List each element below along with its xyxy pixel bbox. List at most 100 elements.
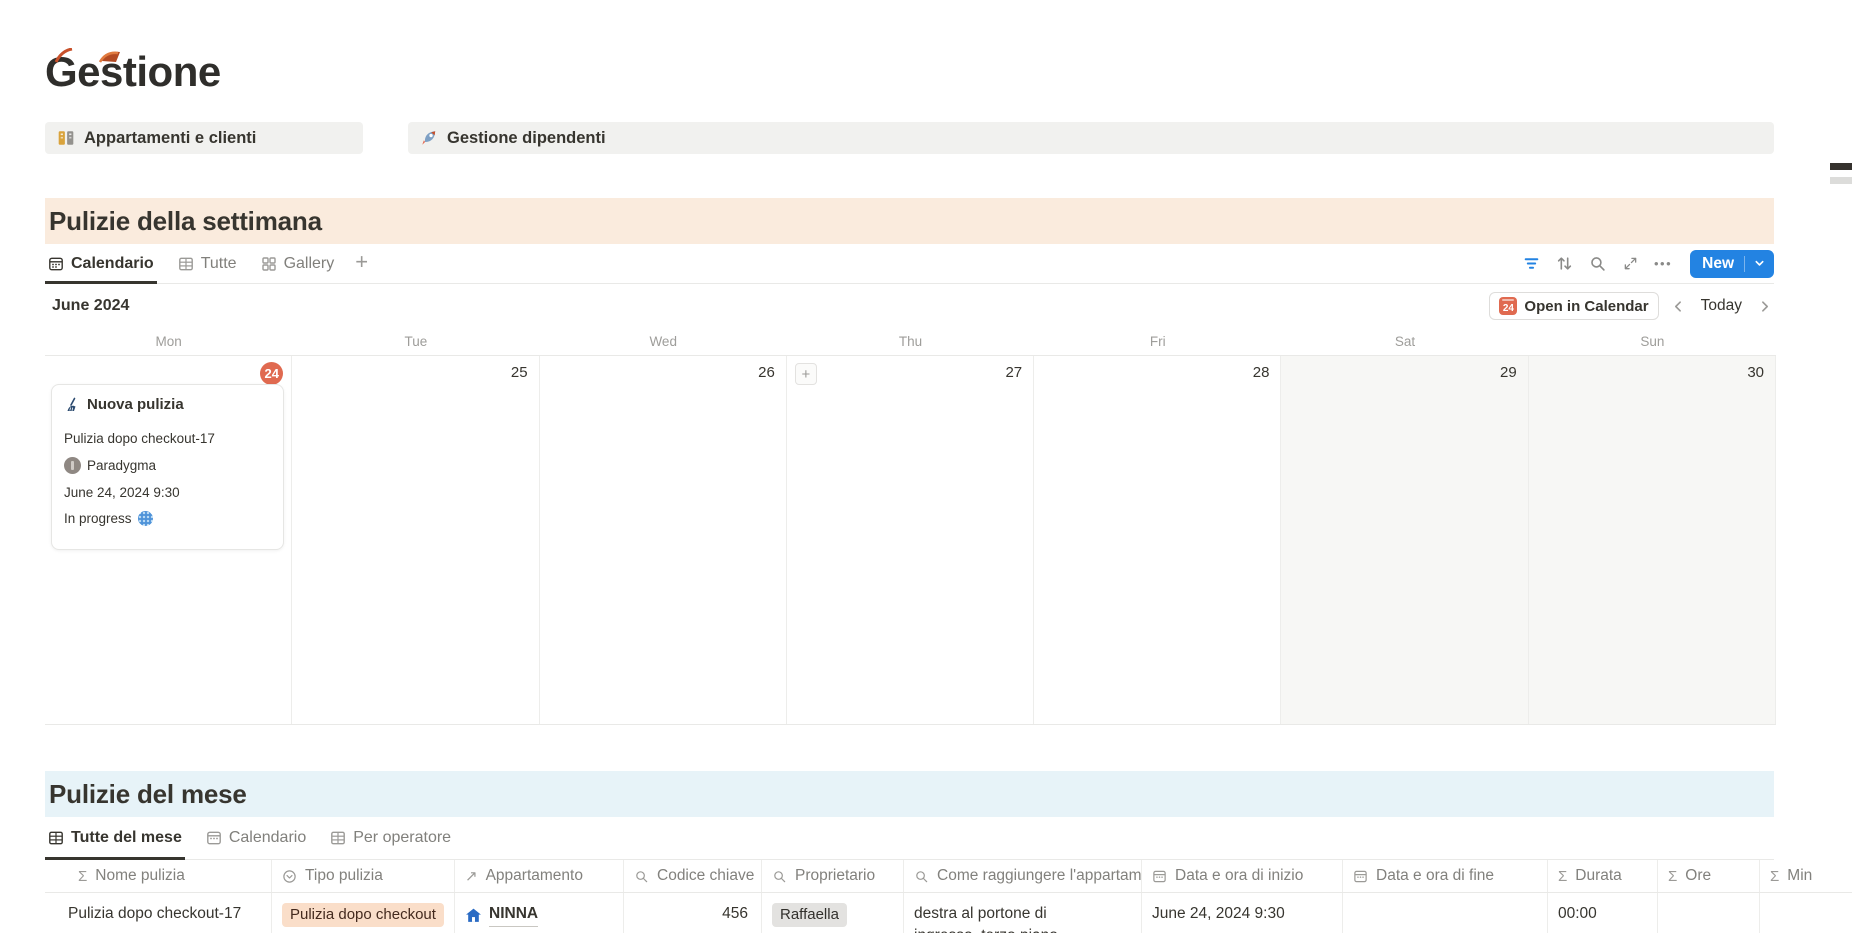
column-label: Come raggiungere l'appartame... <box>937 867 1142 884</box>
day-cell-sat-29[interactable]: 29 <box>1281 356 1529 724</box>
month-section-header: Pulizie del mese <box>45 771 1774 817</box>
add-view-button[interactable]: + <box>355 251 368 276</box>
formula-sigma-icon: Σ <box>1668 867 1678 885</box>
page-emoji-icon-cutoff[interactable] <box>50 48 122 63</box>
cell-tipo-pulizia[interactable]: Pulizia dopo checkout <box>272 893 455 933</box>
cell-data-fine[interactable] <box>1343 893 1548 933</box>
open-in-calendar-label: Open in Calendar <box>1524 297 1649 315</box>
cell-ore[interactable] <box>1658 893 1760 933</box>
day-name: Tue <box>404 334 428 349</box>
cell-min[interactable] <box>1760 893 1852 933</box>
cell-proprietario[interactable]: Raffaella <box>762 893 904 933</box>
column-label: Data e ora di inizio <box>1175 867 1304 884</box>
column-label: Data e ora di fine <box>1376 867 1495 884</box>
calendar-view-icon <box>48 256 64 272</box>
column-header-durata[interactable]: Σ Durata <box>1548 860 1658 892</box>
tab-label: Calendario <box>228 829 307 846</box>
today-date-badge: 24 <box>260 362 284 385</box>
cell-appartamento[interactable]: NINNA <box>455 893 624 933</box>
week-view-tabs: Calendario Tutte Gallery + ••• New <box>45 244 1774 284</box>
day-cell-wed-26[interactable]: 26 <box>540 356 787 724</box>
prev-week-chevron-icon[interactable] <box>1669 296 1689 316</box>
more-options-icon[interactable]: ••• <box>1654 256 1672 271</box>
cell-nome-pulizia[interactable]: Pulizia dopo checkout-17 <box>45 893 272 933</box>
select-property-icon <box>282 869 297 884</box>
link-label: Gestione dipendenti <box>447 128 606 147</box>
edge-artifact-light <box>1830 177 1852 184</box>
day-cell-sun-30[interactable]: 30 <box>1528 356 1776 724</box>
day-cell-mon-24[interactable]: 24 Nuova pulizia Pulizia dopo checkout-1… <box>45 356 293 724</box>
cell-data-inizio[interactable]: June 24, 2024 9:30 <box>1142 893 1343 933</box>
day-cell-fri-28[interactable]: 28 <box>1034 356 1282 724</box>
cell-come-raggiungere[interactable]: destra al portone di ingresso, terzo pia… <box>904 893 1142 933</box>
day-name: Fri <box>1149 334 1166 349</box>
tab-label: Tutte del mese <box>71 829 182 846</box>
formula-sigma-icon: Σ <box>78 867 88 885</box>
event-task: Pulizia dopo checkout-17 <box>64 431 215 446</box>
cell-durata[interactable]: 00:00 <box>1548 893 1658 933</box>
column-header-codice-chiave[interactable]: Codice chiave <box>624 860 762 892</box>
rollup-magnifier-icon <box>914 869 929 884</box>
search-icon[interactable] <box>1588 254 1608 274</box>
today-button[interactable]: Today <box>1699 297 1744 315</box>
column-header-tipo-pulizia[interactable]: Tipo pulizia <box>272 860 455 892</box>
day-name: Mon <box>155 334 182 349</box>
new-button[interactable]: New <box>1690 249 1774 278</box>
day-cell-thu-27[interactable]: + 27 <box>787 356 1035 724</box>
event-datetime: June 24, 2024 9:30 <box>64 485 180 500</box>
house-icon <box>465 907 482 924</box>
cell-codice-chiave[interactable]: 456 <box>624 893 762 933</box>
column-header-data-inizio[interactable]: Data e ora di inizio <box>1142 860 1343 892</box>
appartamento-name[interactable]: NINNA <box>489 903 539 927</box>
notion-page: Gestione Appartamenti e clienti Gestione… <box>0 48 1852 933</box>
expand-icon[interactable] <box>1621 254 1641 274</box>
column-header-nome-pulizia[interactable]: Σ Nome pulizia <box>45 860 272 892</box>
new-dropdown-chevron-icon[interactable] <box>1745 258 1774 269</box>
filter-icon[interactable] <box>1522 254 1542 274</box>
day-name: Wed <box>649 334 677 349</box>
assignee-avatar <box>64 457 81 474</box>
status-ball-icon <box>137 511 153 526</box>
rollup-magnifier-icon <box>634 869 649 884</box>
tab-gallery[interactable]: Gallery <box>258 244 338 283</box>
column-label: Durata <box>1575 867 1622 884</box>
appartamento-relation-link[interactable]: NINNA <box>465 903 539 927</box>
open-in-calendar-button[interactable]: 24 Open in Calendar <box>1489 292 1659 320</box>
notion-calendar-icon: 24 <box>1499 297 1518 315</box>
tipo-pulizia-tag[interactable]: Pulizia dopo checkout <box>282 903 444 927</box>
next-week-chevron-icon[interactable] <box>1754 296 1774 316</box>
new-button-label[interactable]: New <box>1690 255 1744 273</box>
column-label: Nome pulizia <box>95 867 185 884</box>
tab-per-operatore[interactable]: Per operatore <box>327 817 454 859</box>
add-event-button[interactable]: + <box>794 363 817 385</box>
event-card[interactable]: Nuova pulizia Pulizia dopo checkout-17 P… <box>51 384 285 550</box>
tab-tutte-del-mese[interactable]: Tutte del mese <box>45 817 185 860</box>
column-header-data-fine[interactable]: Data e ora di fine <box>1343 860 1548 892</box>
calendar-view-icon <box>206 830 222 846</box>
proprietario-tag[interactable]: Raffaella <box>772 903 847 927</box>
sort-icon[interactable] <box>1555 254 1575 274</box>
column-header-ore[interactable]: Σ Ore <box>1658 860 1760 892</box>
date-number: 30 <box>1747 364 1764 381</box>
column-header-come-raggiungere[interactable]: Come raggiungere l'appartame... <box>904 860 1142 892</box>
date-property-icon <box>1152 869 1167 884</box>
date-number: 27 <box>1005 364 1023 381</box>
column-header-min[interactable]: Σ Min <box>1760 860 1852 892</box>
tab-calendario-mese[interactable]: Calendario <box>203 817 309 859</box>
calendar-day-names: Mon Tue Wed Thu Fri Sat Sun <box>45 328 1776 355</box>
link-gestione-dipendenti[interactable]: Gestione dipendenti <box>408 122 1774 154</box>
date-number: 28 <box>1252 364 1270 381</box>
table-view-icon <box>48 830 64 846</box>
table-row[interactable]: Pulizia dopo checkout-17 Pulizia dopo ch… <box>45 892 1852 933</box>
rocket-icon <box>420 129 438 147</box>
tab-calendario[interactable]: Calendario <box>45 244 157 284</box>
column-header-proprietario[interactable]: Proprietario <box>762 860 904 892</box>
link-appartamenti-e-clienti[interactable]: Appartamenti e clienti <box>45 122 363 154</box>
top-links-row: Appartamenti e clienti Gestione dipenden… <box>45 122 1774 154</box>
tab-label: Gallery <box>283 254 335 272</box>
column-header-appartamento[interactable]: ↗ Appartamento <box>455 860 624 892</box>
column-label: Appartamento <box>485 867 583 884</box>
tab-tutte[interactable]: Tutte <box>175 244 240 283</box>
page-title: Gestione <box>45 48 221 95</box>
day-cell-tue-25[interactable]: 25 <box>292 356 540 724</box>
